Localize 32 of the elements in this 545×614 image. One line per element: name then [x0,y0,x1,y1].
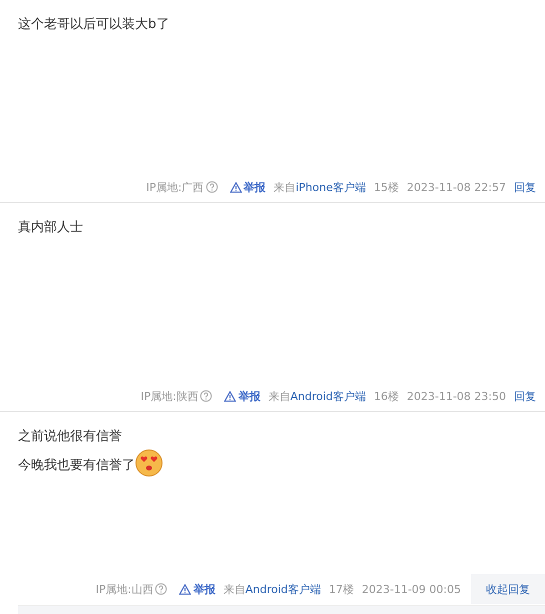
help-icon[interactable] [200,390,212,402]
reply-button[interactable]: 回复 [514,180,536,194]
report-link[interactable]: 举报 [224,388,260,404]
help-icon[interactable] [155,583,168,595]
post-text: 今晚我也要有信誉了 [18,457,135,475]
client-link[interactable]: Android客户端 [290,390,366,402]
post-time: 2023-11-08 23:50 [406,390,506,402]
report-link[interactable]: 举报 [230,180,266,194]
ip-location: IP属地:陕西 [140,388,198,404]
floor-number: 16楼 [374,388,399,404]
post-text: 之前说他很有信誉 [18,428,122,446]
emoji-icon [135,449,163,477]
warning-icon [224,390,236,402]
client-link[interactable]: Android客户端 [245,582,321,596]
reply-button[interactable]: 回复 [514,388,536,404]
post-time: 2023-11-09 00:05 [362,582,461,596]
ip-location: IP属地:山西 [96,582,154,596]
warning-icon [179,584,192,594]
post-text: 这个老哥以后可以装大b了 [18,16,170,34]
report-link[interactable]: 举报 [179,582,216,596]
source-label: 来自 [223,582,246,596]
source-label: 来自 [274,180,296,194]
ip-location: IP属地:广西 [146,180,204,194]
floor-number: 17楼 [328,582,354,596]
warning-icon [230,182,242,192]
post-text: 真内部人士 [18,219,83,237]
help-icon[interactable] [206,181,218,193]
reply-button[interactable]: 收起回复 [471,574,545,604]
client-link[interactable]: iPhone客户端 [296,180,366,194]
post-time: 2023-11-08 22:57 [406,180,506,194]
source-label: 来自 [268,390,290,402]
floor-number: 15楼 [374,180,399,194]
